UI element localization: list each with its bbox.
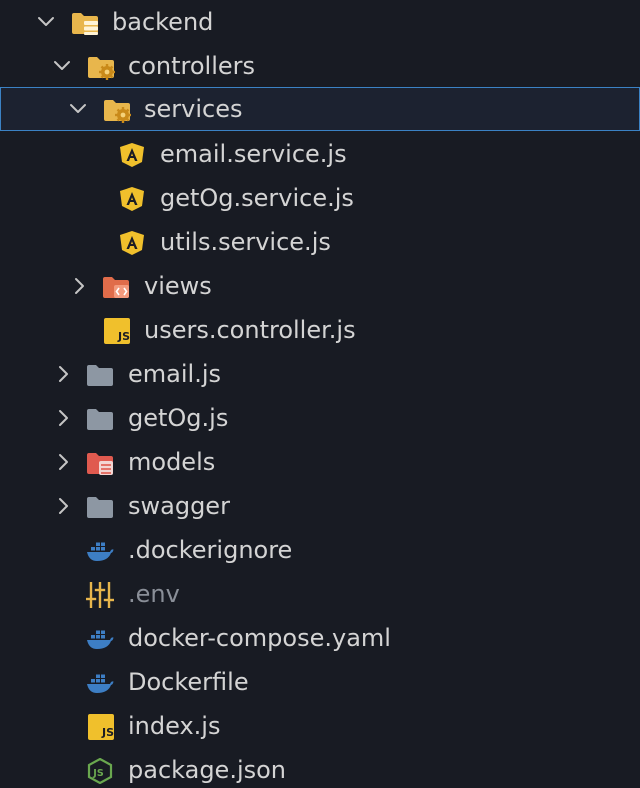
tree-item-label: index.js (128, 712, 221, 740)
docker-icon (86, 538, 114, 564)
tree-item-label: views (144, 272, 212, 300)
tree-item-label: users.controller.js (144, 316, 356, 344)
angular-icon (118, 230, 146, 256)
tree-item-label: controllers (128, 52, 255, 80)
tree-item-label: .env (128, 580, 180, 608)
chevron-down-icon[interactable] (52, 56, 72, 76)
docker-icon (86, 670, 114, 696)
chevron-right-icon[interactable] (53, 364, 73, 384)
angular-icon (118, 186, 146, 212)
chevron-down-icon[interactable] (36, 12, 56, 32)
folder-icon (86, 406, 114, 432)
tree-item-views[interactable]: views (0, 264, 640, 308)
tree-item-controllers[interactable]: controllers (0, 44, 640, 88)
folder-database-icon (86, 450, 114, 476)
angular-icon (118, 142, 146, 168)
tree-item-label: models (128, 448, 216, 476)
folder-server-icon (71, 10, 99, 36)
docker-icon (86, 626, 114, 652)
folder-gear-icon (103, 97, 131, 123)
tree-item-models[interactable]: models (0, 440, 640, 484)
tree-item-getog-service[interactable]: getOg.service.js (0, 176, 640, 220)
tree-item-label: email.js (128, 360, 221, 388)
chevron-down-icon[interactable] (68, 99, 88, 119)
tree-item-utils-service[interactable]: utils.service.js (0, 220, 640, 264)
tree-item-services[interactable]: services (0, 87, 640, 131)
folder-gear-icon (87, 54, 115, 80)
chevron-right-icon[interactable] (53, 496, 73, 516)
tree-item-label: Dockerfile (128, 668, 249, 696)
tree-item-label: email.service.js (160, 140, 347, 168)
tree-item-package-json[interactable]: package.json (0, 748, 640, 788)
tree-item-dockerignore[interactable]: .dockerignore (0, 528, 640, 572)
tree-item-label: services (144, 95, 243, 123)
tree-item-label: package.json (128, 756, 287, 784)
chevron-right-icon[interactable] (53, 408, 73, 428)
tune-icon (86, 582, 114, 608)
tree-item-users-controller[interactable]: users.controller.js (0, 308, 640, 352)
tree-item-label: utils.service.js (160, 228, 331, 256)
tree-item-label: .dockerignore (128, 536, 293, 564)
js-file-icon (103, 318, 131, 344)
js-file-icon (87, 714, 115, 740)
tree-item-getog-js[interactable]: getOg.js (0, 396, 640, 440)
tree-item-docker-compose[interactable]: docker-compose.yaml (0, 616, 640, 660)
tree-item-email-service[interactable]: email.service.js (0, 132, 640, 176)
nodejs-icon (86, 758, 114, 784)
tree-item-label: docker-compose.yaml (128, 624, 391, 652)
tree-item-swagger[interactable]: swagger (0, 484, 640, 528)
tree-item-backend[interactable]: backend (0, 0, 640, 44)
tree-item-label: getOg.service.js (160, 184, 354, 212)
tree-item-label: backend (112, 8, 214, 36)
tree-item-dockerfile[interactable]: Dockerfile (0, 660, 640, 704)
folder-views-icon (102, 274, 130, 300)
tree-item-email-js[interactable]: email.js (0, 352, 640, 396)
chevron-right-icon[interactable] (53, 452, 73, 472)
file-explorer-tree: backend controllers services email.servi… (0, 0, 640, 788)
tree-item-label: swagger (128, 492, 230, 520)
folder-icon (86, 494, 114, 520)
tree-item-label: getOg.js (128, 404, 229, 432)
folder-icon (86, 362, 114, 388)
chevron-right-icon[interactable] (69, 276, 89, 296)
tree-item-index-js[interactable]: index.js (0, 704, 640, 748)
tree-item-env[interactable]: .env (0, 572, 640, 616)
